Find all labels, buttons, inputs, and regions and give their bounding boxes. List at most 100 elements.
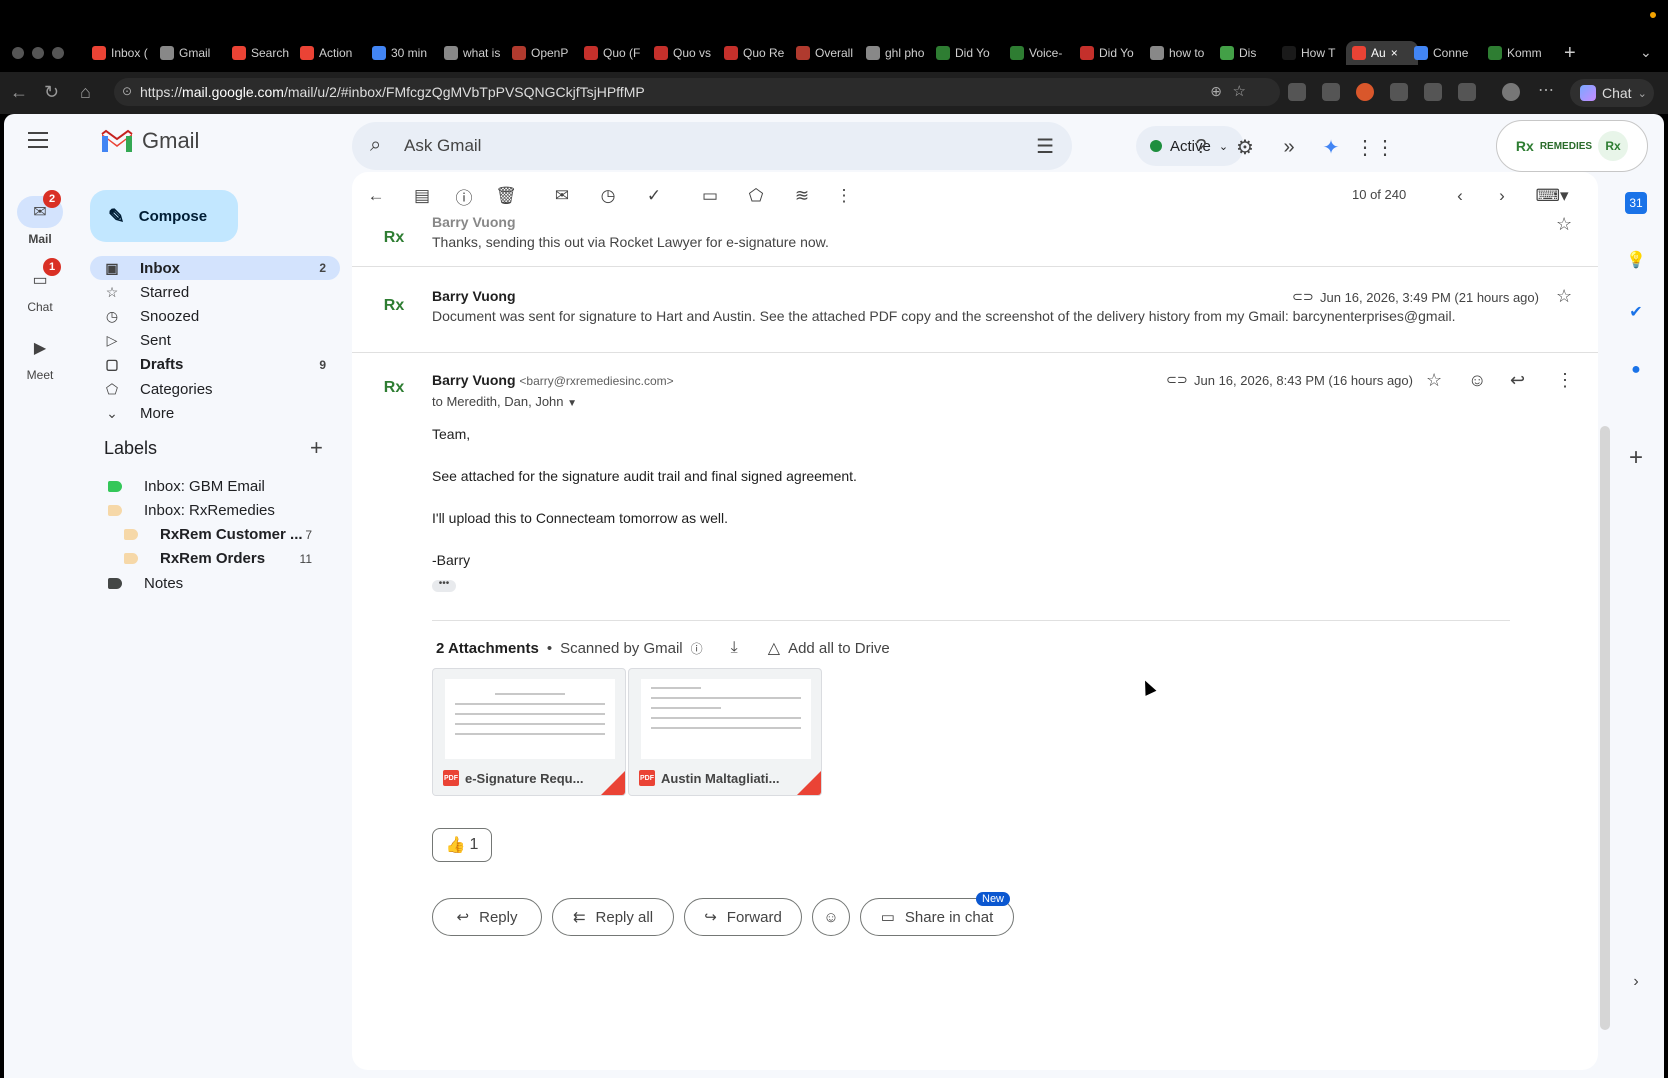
attachment-card[interactable]: PDF Austin Maltagliati... (628, 668, 822, 796)
nav-item-categories[interactable]: ⬠ Categories (90, 377, 340, 401)
star-icon[interactable]: ☆ (1556, 214, 1572, 235)
get-addons-plus-icon[interactable]: + (1622, 444, 1650, 472)
browser-tab[interactable]: Quo (F (584, 41, 646, 65)
show-details-caret-icon[interactable]: ▼ (567, 398, 577, 409)
drive-add-icon[interactable]: △ (768, 638, 780, 658)
info-icon[interactable]: ⓘ (691, 640, 703, 657)
extension-camera-icon[interactable] (1322, 83, 1340, 101)
create-label-plus-icon[interactable]: + (310, 437, 323, 459)
extension-puzzle-icon[interactable] (1390, 83, 1408, 101)
recipients[interactable]: to Meredith, Dan, John ▼ (432, 394, 577, 409)
label-item[interactable]: RxRem Orders 11 (90, 547, 340, 571)
nav-item-snoozed[interactable]: ◷ Snoozed (90, 304, 340, 328)
account-switcher[interactable]: Rx REMEDIES Rx (1496, 120, 1648, 172)
extension-claude-icon[interactable] (1356, 83, 1374, 101)
delete-icon[interactable]: 🗑 (494, 184, 518, 208)
home-icon[interactable]: ⌂ (80, 82, 91, 102)
extension-share-icon[interactable] (1424, 83, 1442, 101)
calendar-icon[interactable]: 31 (1625, 192, 1647, 214)
zoom-window-button[interactable] (52, 47, 64, 59)
filter-icon[interactable]: ≋ (790, 184, 814, 208)
search-input[interactable]: Ask Gmail (404, 136, 481, 156)
add-all-to-drive-link[interactable]: Add all to Drive (788, 640, 890, 657)
gemini-workspace-icon[interactable]: » (1276, 134, 1302, 160)
bookmark-star-icon[interactable]: ☆ (1233, 82, 1246, 100)
browser-tab[interactable]: Action (300, 41, 362, 65)
move-to-icon[interactable]: ▭ (698, 184, 722, 208)
add-reaction-icon[interactable]: ☺ (1468, 370, 1486, 391)
reply-button[interactable]: ↩ Reply (432, 898, 542, 936)
browser-tab[interactable]: 30 min (372, 41, 434, 65)
site-info-icon[interactable]: ⊙ (122, 84, 132, 98)
gmail-logo[interactable]: Gmail (100, 128, 199, 154)
browser-tab[interactable]: Gmail (160, 41, 222, 65)
input-tools-icon[interactable]: ⌨▾ (1532, 184, 1572, 208)
contacts-person-icon[interactable]: ● (1622, 356, 1650, 384)
browser-tab[interactable]: ghl pho (866, 41, 928, 65)
search-filters-icon[interactable]: ☰ (1036, 134, 1054, 159)
browser-tab[interactable]: Quo Re (724, 41, 786, 65)
browser-tab[interactable]: Au × (1346, 41, 1418, 65)
browser-tab[interactable]: Inbox ( (92, 41, 154, 65)
label-icon[interactable]: ⬠ (744, 184, 768, 208)
browser-tab[interactable]: Dis (1220, 41, 1282, 65)
label-item[interactable]: Inbox: RxRemedies (90, 498, 340, 522)
browser-tab[interactable]: Overall (796, 41, 858, 65)
tasks-check-icon[interactable]: ✔ (1622, 298, 1650, 326)
browser-tab[interactable]: Quo vs (654, 41, 716, 65)
browser-tab[interactable]: OpenP (512, 41, 574, 65)
label-item[interactable]: RxRem Customer ... 7 (90, 523, 340, 547)
message-scrollbar[interactable] (1600, 426, 1610, 1030)
label-item[interactable]: Notes (90, 571, 340, 595)
minimize-window-button[interactable] (32, 47, 44, 59)
url-field[interactable]: ⊙ https://mail.google.com/mail/u/2/#inbo… (114, 78, 1280, 106)
close-window-button[interactable] (12, 47, 24, 59)
search-bar[interactable]: ⌕ Ask Gmail ☰ (352, 122, 1072, 170)
reaction-chip[interactable]: 👍 1 (432, 828, 492, 862)
archive-icon[interactable]: ▤ (410, 184, 434, 208)
older-chevron-icon[interactable]: › (1490, 184, 1514, 208)
back-to-inbox-icon[interactable]: ← (364, 184, 388, 208)
label-item[interactable]: Inbox: GBM Email (90, 474, 340, 498)
more-menu-icon[interactable]: ⋯ (1538, 80, 1554, 100)
tab-list-chevron-icon[interactable]: ⌄ (1640, 44, 1652, 61)
nav-item-more[interactable]: ⌄ More (90, 401, 340, 425)
more-vert-icon[interactable]: ⋮ (1556, 370, 1574, 391)
nav-item-sent[interactable]: ▷ Sent (90, 329, 340, 353)
nav-item-inbox[interactable]: ▣ Inbox 2 (90, 256, 340, 280)
rail-chat[interactable]: ▭ 1 Chat (4, 258, 76, 314)
browser-tab[interactable]: Search (232, 41, 294, 65)
keep-bulb-icon[interactable]: 💡 (1622, 246, 1650, 274)
mark-unread-icon[interactable]: ✉ (550, 184, 574, 208)
help-icon[interactable]: ? (1188, 134, 1214, 160)
back-icon[interactable]: ← (10, 82, 28, 102)
emoji-react-button[interactable]: ☺ (812, 898, 850, 936)
hide-side-panel-chevron-icon[interactable]: › (1622, 968, 1650, 996)
browser-tab[interactable]: Did Yo (936, 41, 998, 65)
download-all-icon[interactable]: ⤓ (731, 639, 738, 657)
extension-heart-icon[interactable] (1458, 83, 1476, 101)
browser-tab[interactable]: Conne (1414, 41, 1476, 65)
star-icon[interactable]: ☆ (1556, 286, 1572, 307)
browser-tab[interactable]: Voice- (1010, 41, 1072, 65)
settings-gear-icon[interactable]: ⚙ (1232, 134, 1258, 160)
add-task-icon[interactable]: ✓ (642, 184, 666, 208)
extension-pen-icon[interactable] (1288, 83, 1306, 101)
profile-avatar-icon[interactable] (1502, 83, 1520, 101)
rail-mail[interactable]: ✉ 2 Mail (4, 190, 76, 246)
browser-tab[interactable]: Did Yo (1080, 41, 1142, 65)
newer-chevron-icon[interactable]: ‹ (1448, 184, 1472, 208)
browser-chat-button[interactable]: Chat ⌄ (1570, 79, 1654, 107)
apps-grid-icon[interactable]: ⋮⋮ (1355, 134, 1395, 160)
snooze-icon[interactable]: ◷ (596, 184, 620, 208)
nav-item-starred[interactable]: ☆ Starred (90, 280, 340, 304)
close-tab-icon[interactable]: × (1391, 46, 1398, 60)
browser-tab[interactable]: Komm (1488, 41, 1550, 65)
more-vert-icon[interactable]: ⋮ (832, 184, 856, 208)
reply-all-button[interactable]: ⇇ Reply all (552, 898, 674, 936)
gemini-sparkle-icon[interactable]: ✦ (1318, 134, 1344, 160)
star-icon[interactable]: ☆ (1426, 370, 1442, 391)
reply-icon[interactable]: ↩ (1510, 370, 1525, 391)
show-trimmed-content-button[interactable]: ••• (432, 579, 456, 592)
browser-tab[interactable]: what is (444, 41, 506, 65)
